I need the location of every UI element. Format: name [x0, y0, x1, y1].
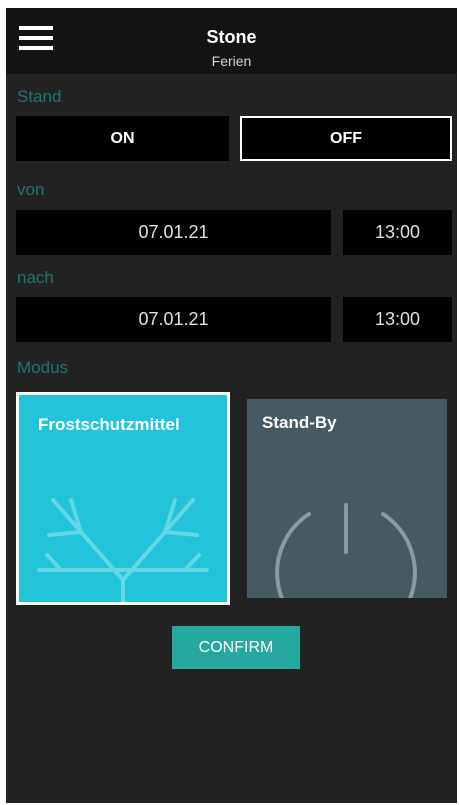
app-header: Stone Ferien — [6, 8, 457, 74]
nach-label: nach — [17, 268, 54, 287]
nach-date-field[interactable]: 07.01.21 — [16, 297, 331, 342]
nach-time-field[interactable]: 13:00 — [343, 297, 452, 342]
power-icon — [275, 503, 417, 598]
stand-label: Stand — [17, 87, 62, 106]
page-title: Stone — [206, 27, 257, 47]
snowflake-icon — [37, 498, 209, 602]
app-screen: Stone Ferien Stand ON OFF von 07.01.21 1… — [6, 8, 457, 803]
mode-card-stand-by[interactable]: Stand-By — [247, 399, 447, 598]
confirm-button[interactable]: CONFIRM — [172, 626, 300, 669]
off-button[interactable]: OFF — [240, 116, 452, 161]
mode-card-frostschutzmittel[interactable]: Frostschutzmittel — [16, 392, 230, 605]
on-button[interactable]: ON — [16, 116, 229, 161]
von-label: von — [17, 180, 45, 199]
modus-label: Modus — [17, 358, 69, 377]
von-date-field[interactable]: 07.01.21 — [16, 210, 331, 255]
von-time-field[interactable]: 13:00 — [343, 210, 452, 255]
page-subtitle: Ferien — [211, 53, 252, 69]
